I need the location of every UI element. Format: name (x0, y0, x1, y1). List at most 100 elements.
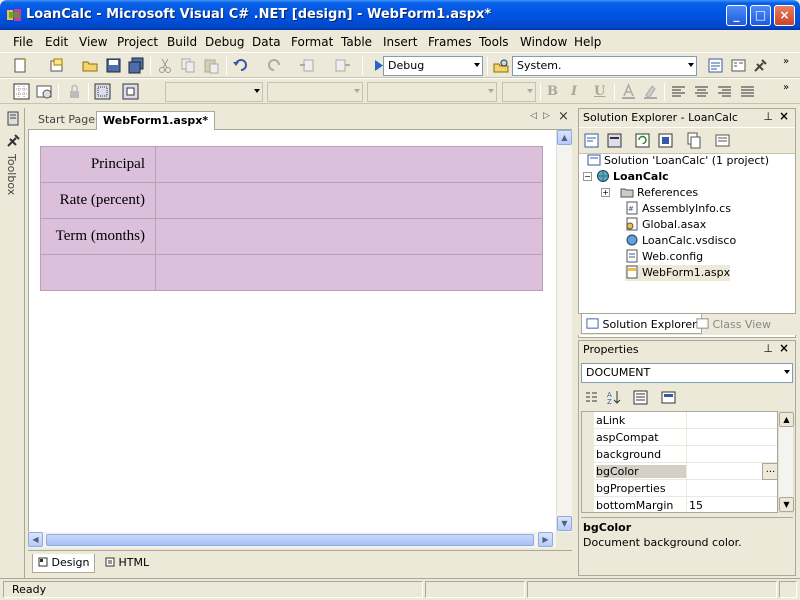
undo-icon[interactable] (232, 57, 249, 74)
menu-file[interactable]: File (13, 35, 33, 49)
view-designer-icon[interactable] (606, 132, 623, 149)
navigate-forward-icon[interactable] (334, 57, 351, 74)
align-center-icon[interactable] (693, 83, 710, 100)
horizontal-scrollbar[interactable]: ◀ ▶ (28, 532, 556, 548)
menu-window[interactable]: Window (520, 35, 567, 49)
menu-help[interactable]: Help (574, 35, 601, 49)
label-term[interactable]: Term (months) (40, 218, 156, 255)
find-combo[interactable]: System. (512, 56, 697, 76)
toolbox-hammer-icon[interactable] (5, 132, 22, 149)
new-project-icon[interactable] (12, 57, 29, 74)
tree-item-global-asax[interactable]: Global.asax (625, 217, 706, 233)
align-left-icon[interactable] (670, 83, 687, 100)
property-value[interactable] (686, 412, 777, 429)
categorized-icon[interactable] (583, 389, 600, 406)
design-surface[interactable]: Principal Rate (percent) Term (months) (28, 130, 556, 532)
tree-item-references[interactable]: + References (601, 185, 698, 201)
font-name-combo[interactable] (267, 82, 363, 102)
navigate-back-icon[interactable] (299, 57, 316, 74)
show-grid-icon[interactable] (13, 83, 30, 100)
toolbox-tools-icon[interactable] (752, 57, 769, 74)
menu-frames[interactable]: Frames (428, 35, 472, 49)
find-in-files-icon[interactable] (493, 57, 510, 74)
italic-button[interactable]: I (571, 84, 577, 99)
properties-scroll-up-icon[interactable]: ▲ (779, 412, 794, 427)
tab-start-page[interactable]: Start Page (32, 111, 101, 130)
scroll-down-icon[interactable]: ▼ (557, 516, 572, 531)
tree-solution[interactable]: Solution 'LoanCalc' (1 project) (587, 153, 769, 169)
property-row-background[interactable]: background (582, 446, 777, 463)
save-icon[interactable] (105, 57, 122, 74)
tab-class-view[interactable]: Class View (692, 314, 775, 334)
properties-scrollbar[interactable]: ▲ ▼ (778, 411, 794, 513)
empty-label-cell[interactable] (40, 254, 156, 291)
menu-debug[interactable]: Debug (205, 35, 244, 49)
horizontal-scroll-thumb[interactable] (46, 534, 534, 546)
close-document-icon[interactable]: × (558, 109, 569, 124)
tab-html[interactable]: HTML (100, 554, 154, 573)
properties-view-icon[interactable] (632, 389, 649, 406)
property-row-alink[interactable]: aLink (582, 412, 777, 429)
copy-project-icon[interactable] (657, 132, 674, 149)
properties-pin-icon[interactable]: ⊥ (763, 342, 773, 355)
format-toolbar-overflow-icon[interactable]: » (783, 82, 789, 93)
server-explorer-icon[interactable] (5, 110, 22, 127)
principal-cell[interactable] (155, 146, 543, 183)
empty-value-cell[interactable] (155, 254, 543, 291)
toolbox-label[interactable]: Toolbox (5, 154, 18, 195)
loan-input-table[interactable]: Principal Rate (percent) Term (months) (40, 146, 543, 291)
show-all-files-icon[interactable] (685, 132, 702, 149)
ellipsis-button[interactable]: ... (762, 463, 777, 480)
foreground-color-icon[interactable] (620, 83, 637, 100)
scroll-up-icon[interactable]: ▲ (557, 130, 572, 145)
property-pages-icon[interactable] (660, 389, 677, 406)
collapse-icon[interactable]: − (583, 172, 592, 181)
property-value[interactable] (686, 429, 777, 446)
vertical-scrollbar[interactable]: ▲ ▼ (556, 130, 572, 532)
menu-edit[interactable]: Edit (45, 35, 68, 49)
tab-design[interactable]: Design (32, 554, 96, 573)
positioning-icon[interactable] (122, 83, 139, 100)
style-combo[interactable] (502, 82, 536, 102)
tab-webform1[interactable]: WebForm1.aspx* (96, 111, 216, 130)
tab-solution-explorer[interactable]: Solution Explorer (581, 314, 702, 334)
label-principal[interactable]: Principal (40, 146, 156, 183)
term-cell[interactable] (155, 218, 543, 255)
minimize-button[interactable]: _ (726, 5, 747, 26)
tree-project[interactable]: − LoanCalc (583, 169, 669, 185)
solution-explorer-icon[interactable] (707, 57, 724, 74)
properties-icon[interactable] (714, 132, 731, 149)
expand-icon[interactable]: + (601, 188, 610, 197)
toolbox-strip[interactable]: Toolbox (3, 108, 25, 578)
tab-scroll-right-icon[interactable]: ▷ (543, 111, 550, 121)
tree-item-web-config[interactable]: Web.config (625, 249, 703, 265)
toolbar-overflow-icon[interactable]: » (783, 56, 789, 67)
bold-button[interactable]: B (547, 84, 558, 99)
borders-icon[interactable] (94, 83, 111, 100)
menu-tools[interactable]: Tools (479, 35, 509, 49)
property-row-aspcompat[interactable]: aspCompat (582, 429, 777, 446)
background-color-icon[interactable] (642, 83, 659, 100)
menu-table[interactable]: Table (341, 35, 372, 49)
font-size-combo[interactable] (367, 82, 497, 102)
properties-object-combo[interactable]: DOCUMENT (581, 363, 793, 383)
property-value[interactable]: 15 (686, 497, 777, 512)
redo-icon[interactable] (266, 57, 283, 74)
paste-icon[interactable] (203, 57, 220, 74)
alphabetical-icon[interactable]: AZ (605, 389, 622, 406)
close-button[interactable]: × (774, 5, 795, 26)
block-format-combo[interactable] (165, 82, 263, 102)
snap-to-grid-icon[interactable] (36, 83, 53, 100)
lock-icon[interactable] (66, 83, 83, 100)
label-rate[interactable]: Rate (percent) (40, 182, 156, 219)
add-item-icon[interactable] (49, 57, 66, 74)
save-all-icon[interactable] (128, 57, 145, 74)
close-panel-icon[interactable]: × (779, 109, 789, 123)
view-code-icon[interactable] (583, 132, 600, 149)
refresh-icon[interactable] (634, 132, 651, 149)
maximize-button[interactable]: □ (750, 5, 771, 26)
menu-insert[interactable]: Insert (383, 35, 417, 49)
menu-build[interactable]: Build (167, 35, 197, 49)
tree-item-webform1[interactable]: WebForm1.aspx (625, 265, 731, 281)
property-row-bottommargin[interactable]: bottomMargin 15 (582, 497, 777, 512)
